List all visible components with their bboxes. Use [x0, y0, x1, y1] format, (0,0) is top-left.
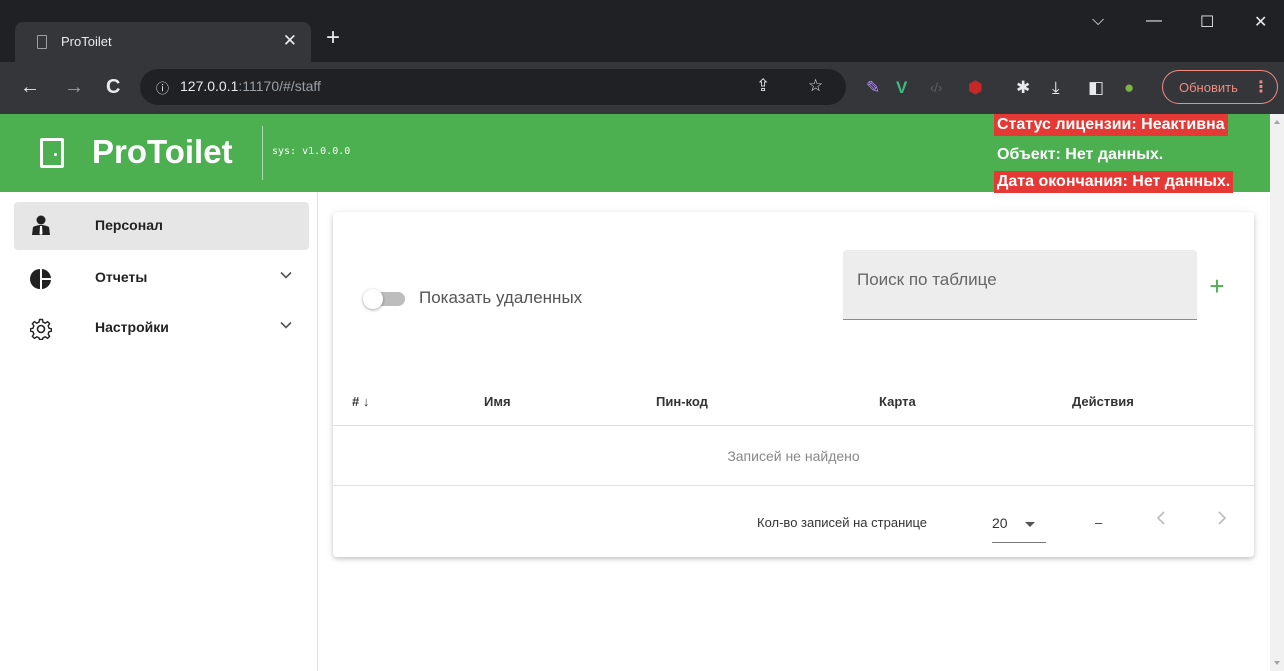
address-bar[interactable]: ⓘ 127.0.0.1:11170/#/staff ⇪ ☆: [140, 69, 846, 105]
app-header: ProToilet sys: v1.0.0.0 Статус лицензии:…: [0, 114, 1270, 193]
tab-favicon-icon: [37, 35, 47, 49]
gear-icon: [30, 318, 52, 340]
rows-per-page-value: 20: [992, 515, 1008, 531]
column-header-name: Имя: [484, 394, 511, 409]
rows-per-page-label: Кол-во записей на странице: [757, 515, 928, 530]
table-search-field[interactable]: [843, 250, 1197, 320]
url-text[interactable]: 127.0.0.1:11170/#/staff: [180, 78, 321, 94]
expiry-date: Дата окончания: Нет данных.: [994, 171, 1234, 193]
share-icon[interactable]: ⇪: [756, 76, 770, 96]
extension-vue-icon[interactable]: V: [896, 78, 907, 98]
scroll-down-arrow-icon[interactable]: [1274, 661, 1280, 665]
menu-kebab-icon[interactable]: ⋮: [1253, 77, 1269, 97]
browser-tab[interactable]: ProToilet ✕: [15, 22, 311, 62]
url-host: 127.0.0.1: [180, 78, 239, 94]
toggle-thumb: [363, 289, 383, 309]
profile-avatar[interactable]: ●: [1124, 78, 1134, 98]
tab-close-icon[interactable]: ✕: [283, 31, 297, 51]
pie-chart-icon: [30, 269, 51, 289]
empty-table-message: Записей не найдено: [727, 448, 860, 464]
prev-page-icon[interactable]: [1155, 510, 1167, 531]
door-logo-icon: [40, 138, 64, 168]
header-divider: [262, 126, 263, 180]
empty-table-row: Записей не найдено: [333, 426, 1254, 486]
sidebar: Персонал Отчеты Настройки: [0, 192, 318, 671]
sidebar-item-settings[interactable]: Настройки: [14, 304, 309, 352]
table-search-input[interactable]: [843, 250, 1197, 319]
site-info-icon[interactable]: ⓘ: [156, 78, 169, 97]
page-range: –: [1095, 515, 1103, 530]
column-header-label: #: [352, 394, 360, 409]
forward-icon[interactable]: →: [64, 76, 84, 98]
reload-icon[interactable]: C: [106, 76, 120, 98]
tab-title: ProToilet: [61, 34, 112, 49]
show-deleted-toggle[interactable]: [363, 289, 409, 309]
column-header-card: Карта: [879, 394, 916, 409]
minimize-icon[interactable]: —: [1146, 12, 1162, 30]
close-window-icon[interactable]: ✕: [1254, 12, 1267, 32]
show-deleted-label[interactable]: Показать удаленных: [419, 288, 582, 308]
brand-title: ProToilet: [92, 133, 233, 170]
chevron-down-icon: [279, 268, 293, 285]
sort-arrow-down-icon: ↓: [362, 394, 370, 409]
staff-table-card: Показать удаленных + # ↓ Имя Пин-код Кар…: [333, 212, 1254, 557]
extension-feather-icon[interactable]: ✎: [866, 78, 880, 98]
rows-per-page-select[interactable]: 20: [992, 509, 1046, 543]
page-scrollbar[interactable]: [1270, 114, 1284, 671]
update-button-label: Обновить: [1179, 80, 1238, 95]
next-page-icon[interactable]: [1216, 510, 1228, 531]
extension-code-icon[interactable]: ‹/›: [930, 78, 942, 98]
side-panel-icon[interactable]: ◧: [1088, 78, 1104, 98]
sidebar-item-label: Отчеты: [95, 269, 148, 285]
url-path: :11170/#/staff: [238, 78, 321, 94]
column-header-pin: Пин-код: [656, 394, 708, 409]
extensions-puzzle-icon[interactable]: ✱: [1016, 78, 1030, 98]
sidebar-item-staff[interactable]: Персонал: [14, 202, 309, 250]
license-status: Статус лицензии: Неактивна: [994, 114, 1228, 136]
sidebar-item-label: Персонал: [95, 217, 163, 233]
maximize-icon[interactable]: ☐: [1200, 12, 1214, 32]
new-tab-icon[interactable]: +: [326, 26, 340, 50]
update-button[interactable]: Обновить ⋮: [1162, 70, 1278, 104]
dropdown-caret-icon: [1025, 522, 1035, 527]
sidebar-item-reports[interactable]: Отчеты: [14, 254, 309, 302]
sidebar-item-label: Настройки: [95, 319, 169, 335]
scroll-up-arrow-icon[interactable]: [1274, 120, 1280, 124]
back-icon[interactable]: ←: [20, 76, 40, 98]
chevron-down-icon: [279, 318, 293, 335]
version-label: sys: v1.0.0.0: [272, 146, 351, 157]
extension-ublock-icon[interactable]: ⬢: [968, 78, 983, 98]
object-info: Объект: Нет данных.: [997, 146, 1164, 163]
add-staff-button[interactable]: +: [1205, 273, 1229, 299]
bookmark-star-icon[interactable]: ☆: [808, 76, 823, 96]
table-header: # ↓ Имя Пин-код Карта Действия: [333, 378, 1254, 426]
column-header-number[interactable]: # ↓: [352, 394, 369, 409]
column-header-actions: Действия: [1072, 394, 1134, 409]
browser-toolbar: ← → C ⓘ 127.0.0.1:11170/#/staff ⇪ ☆ ✎ V …: [0, 62, 1284, 114]
tab-search-icon[interactable]: ⌵: [1092, 12, 1104, 30]
browser-tab-bar: ProToilet ✕ + ⌵ — ☐ ✕: [0, 0, 1284, 62]
staff-icon: [32, 215, 50, 235]
downloads-icon[interactable]: ⤓: [1052, 78, 1060, 98]
